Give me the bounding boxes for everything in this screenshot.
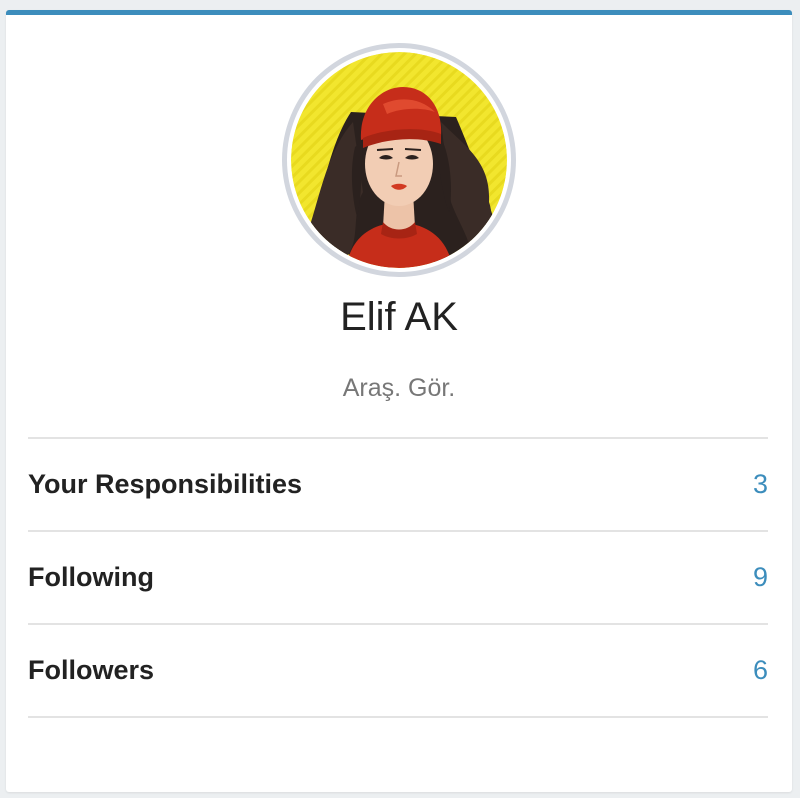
responsibilities-label: Your Responsibilities (28, 469, 303, 499)
profile-name: Elif AK (340, 295, 458, 339)
profile-stats-list: Your Responsibilities 3 Following 9 Foll… (28, 437, 768, 718)
list-item-following: Following 9 (28, 532, 768, 625)
followers-label: Followers (28, 655, 155, 685)
list-item-followers: Followers 6 (28, 625, 768, 718)
avatar-frame (282, 43, 516, 277)
profile-role: Araş. Gör. (342, 374, 456, 402)
responsibilities-count-link[interactable]: 3 (753, 469, 768, 500)
followers-count-link[interactable]: 6 (753, 655, 768, 686)
following-count-link[interactable]: 9 (753, 562, 768, 593)
following-label: Following (28, 562, 154, 592)
list-item-responsibilities: Your Responsibilities 3 (28, 439, 768, 532)
avatar (291, 52, 507, 268)
profile-card: Elif AK Araş. Gör. Your Responsibilities… (6, 10, 792, 792)
